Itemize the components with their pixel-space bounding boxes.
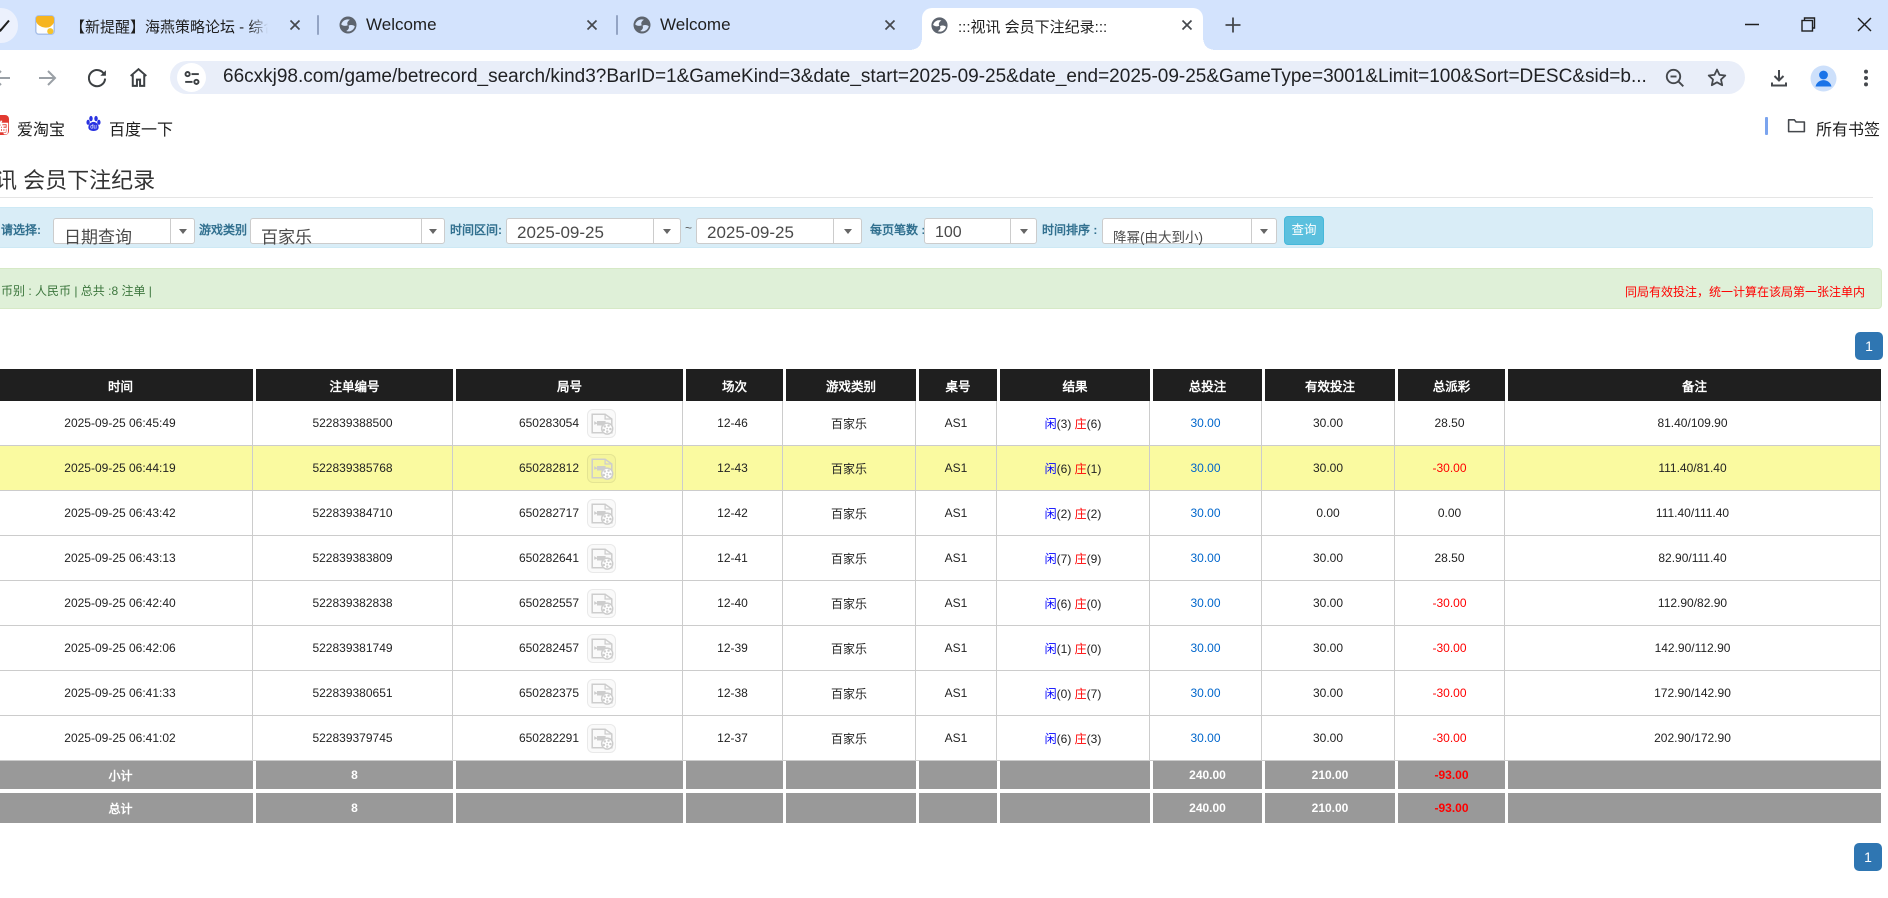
svg-text:du: du xyxy=(90,125,97,131)
